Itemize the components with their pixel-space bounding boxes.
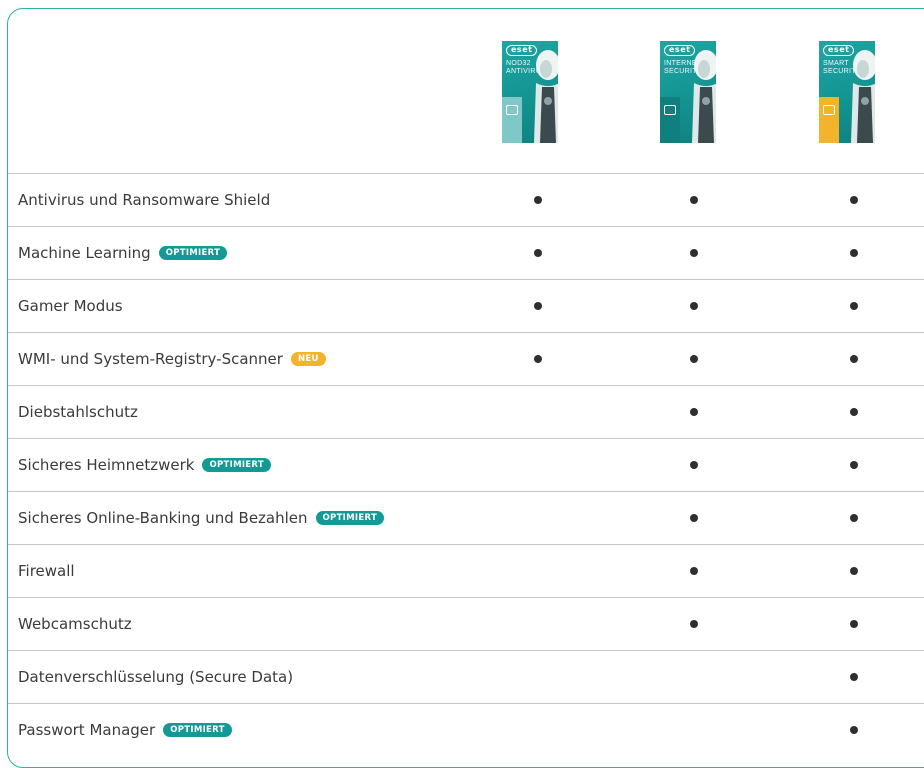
included-dot-smart-security xyxy=(850,408,858,416)
product-box-smart-security: eset SMART SECURITY xyxy=(819,41,875,143)
feature-name: Firewall xyxy=(18,562,75,580)
robot-figure-icon xyxy=(534,50,558,143)
included-dot-nod32 xyxy=(534,302,542,310)
product-box-internet-security: eset INTERNET SECURITY xyxy=(660,41,716,143)
product-box-nod32: eset NOD32 ANTIVIRUS xyxy=(502,41,558,143)
status-badge: NEU xyxy=(290,352,326,366)
included-dot-internet-security xyxy=(690,196,698,204)
included-dot-smart-security xyxy=(850,514,858,522)
feature-name: Antivirus und Ransomware Shield xyxy=(18,191,271,209)
feature-row: Diebstahlschutz xyxy=(8,385,924,438)
included-dot-internet-security xyxy=(690,302,698,310)
included-dot-internet-security xyxy=(690,461,698,469)
feature-row: WMI- und System-Registry-Scanner NEU xyxy=(8,332,924,385)
feature-name: WMI- und System-Registry-Scanner xyxy=(18,350,283,368)
shield-window-icon xyxy=(823,105,835,115)
feature-label: Firewall xyxy=(18,562,75,580)
robot-figure-icon xyxy=(692,50,716,143)
included-dot-nod32 xyxy=(534,196,542,204)
feature-label: Diebstahlschutz xyxy=(18,403,138,421)
feature-label: Sicheres Heimnetzwerk OPTIMIERT xyxy=(18,456,271,474)
included-dot-internet-security xyxy=(690,249,698,257)
feature-name: Datenverschlüsselung (Secure Data) xyxy=(18,668,294,686)
product-color-strip xyxy=(660,97,680,143)
included-dot-smart-security xyxy=(850,461,858,469)
feature-row: Firewall xyxy=(8,544,924,597)
status-badge: OPTIMIERT xyxy=(163,723,232,737)
product-color-strip xyxy=(502,97,522,143)
feature-name: Machine Learning xyxy=(18,244,151,262)
feature-label: Antivirus und Ransomware Shield xyxy=(18,191,270,209)
included-dot-internet-security xyxy=(690,620,698,628)
feature-name: Passwort Manager xyxy=(18,721,156,739)
feature-name: Gamer Modus xyxy=(18,297,123,315)
shield-window-icon xyxy=(664,105,676,115)
status-badge: OPTIMIERT xyxy=(158,246,228,260)
feature-name: Webcamschutz xyxy=(18,615,132,633)
included-dot-internet-security xyxy=(690,514,698,522)
feature-row: Machine Learning OPTIMIERT xyxy=(8,226,924,279)
feature-row: Webcamschutz xyxy=(8,597,924,650)
included-dot-internet-security xyxy=(690,408,698,416)
feature-row: Sicheres Online-Banking und Bezahlen OPTI… xyxy=(8,491,924,544)
included-dot-internet-security xyxy=(690,355,698,363)
feature-name: Sicheres Online-Banking und Bezahlen xyxy=(18,509,308,527)
feature-row: Antivirus und Ransomware Shield xyxy=(8,173,924,226)
feature-label: Passwort Manager OPTIMIERT xyxy=(18,721,232,739)
included-dot-smart-security xyxy=(850,567,858,575)
included-dot-smart-security xyxy=(850,673,858,681)
product-header: eset NOD32 ANTIVIRUS eset INTERNET SECURITY es… xyxy=(8,8,924,173)
robot-figure-icon xyxy=(851,50,875,143)
feature-row: Passwort Manager OPTIMIERT xyxy=(8,703,924,756)
feature-label: Datenverschlüsselung (Secure Data) xyxy=(18,668,293,686)
feature-label: Webcamschutz xyxy=(18,615,132,633)
included-dot-nod32 xyxy=(534,249,542,257)
feature-name: Sicheres Heimnetzwerk xyxy=(18,456,195,474)
feature-label: Gamer Modus xyxy=(18,297,123,315)
product-color-strip xyxy=(819,97,839,143)
included-dot-smart-security xyxy=(850,302,858,310)
feature-row: Datenverschlüsselung (Secure Data) xyxy=(8,650,924,703)
feature-label: WMI- und System-Registry-Scanner NEU xyxy=(18,350,326,368)
included-dot-nod32 xyxy=(534,355,542,363)
included-dot-smart-security xyxy=(850,355,858,363)
included-dot-smart-security xyxy=(850,620,858,628)
feature-row: Gamer Modus xyxy=(8,279,924,332)
included-dot-smart-security xyxy=(850,726,858,734)
included-dot-internet-security xyxy=(690,567,698,575)
included-dot-smart-security xyxy=(850,196,858,204)
feature-label: Machine Learning OPTIMIERT xyxy=(18,244,228,262)
included-dot-smart-security xyxy=(850,249,858,257)
feature-label: Sicheres Online-Banking und Bezahlen OPTI… xyxy=(18,509,385,527)
feature-row: Sicheres Heimnetzwerk OPTIMIERT xyxy=(8,438,924,491)
feature-name: Diebstahlschutz xyxy=(18,403,138,421)
feature-rows: Antivirus und Ransomware Shield Machine L… xyxy=(8,173,924,756)
status-badge: OPTIMIERT xyxy=(202,458,271,472)
laptop-icon xyxy=(506,105,518,115)
status-badge: OPTIMIERT xyxy=(315,511,385,525)
